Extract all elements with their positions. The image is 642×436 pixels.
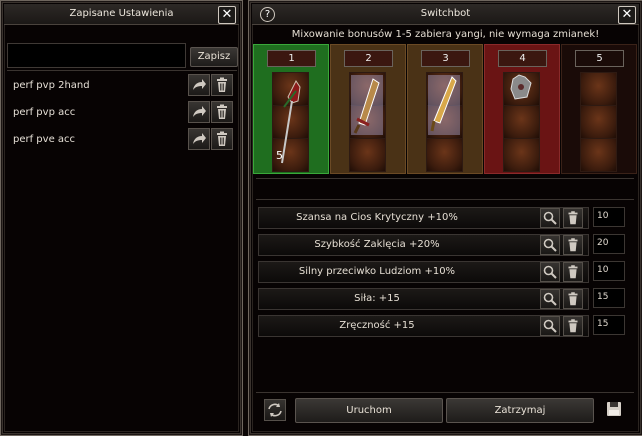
load-setting-button[interactable] [188,74,210,96]
slot-cell[interactable] [580,138,617,172]
saved-setting-label: perf pve acc [13,134,76,145]
slot-cell[interactable] [503,138,540,172]
stop-button[interactable]: Zatrzymaj [446,398,594,423]
bonus-label: Siła: +15 [354,293,400,304]
load-setting-button[interactable] [188,128,210,150]
item-slot-1[interactable]: 1 5 [253,44,329,174]
trash-icon [568,292,578,306]
bonus-row[interactable]: Zręczność +15 [258,315,589,337]
armor-item-icon [510,74,532,100]
divider [256,178,634,179]
slot-cell[interactable] [503,105,540,139]
trash-icon [568,238,578,252]
bonus-label: Szybkość Zaklęcia +20% [314,239,440,250]
bonus-row[interactable]: Siła: +15 [258,288,589,310]
save-setting-button[interactable]: Zapisz [190,47,238,67]
load-setting-button[interactable] [188,101,210,123]
divider [7,70,237,71]
divider [256,392,634,393]
slot-cell[interactable] [580,72,617,106]
search-icon [543,238,557,252]
bonus-label: Szansa na Cios Krytyczny +10% [296,212,458,223]
trash-icon [568,265,578,279]
bonus-row[interactable]: Szybkość Zaklęcia +20% [258,234,589,256]
item-slot-2[interactable]: 2 [330,44,406,174]
trash-icon [217,131,227,146]
floppy-disk-icon [607,402,621,416]
search-bonus-button[interactable] [540,235,560,255]
search-bonus-button[interactable] [540,208,560,228]
item-count: 5 [276,149,283,162]
search-bonus-button[interactable] [540,316,560,336]
delete-bonus-button[interactable] [563,208,583,228]
search-bonus-button[interactable] [540,262,560,282]
bonus-value-input[interactable]: 20 [593,234,625,254]
close-icon[interactable]: ✕ [218,6,236,24]
bonus-label: Silny przeciwko Ludziom +10% [298,266,456,277]
item-slot-4[interactable]: 4 [484,44,560,174]
saved-settings-title: Zapisane Ustawienia [69,8,174,19]
search-icon [543,211,557,225]
delete-setting-button[interactable] [211,74,233,96]
bonus-value-input[interactable]: 15 [593,288,625,308]
switchbot-titlebar[interactable]: ? Switchbot ✕ [252,4,639,25]
bonus-value-input[interactable]: 15 [593,315,625,335]
slot-number: 5 [575,50,624,67]
delete-bonus-button[interactable] [563,289,583,309]
share-arrow-icon [193,79,206,90]
blade-weapon-icon [428,75,460,135]
switchbot-title: Switchbot [420,8,471,19]
trash-icon [568,319,578,333]
divider [256,199,634,200]
trash-icon [217,77,227,92]
search-icon [543,265,557,279]
bonus-value-input[interactable]: 10 [593,261,625,281]
saved-setting-label: perf pvp acc [13,107,76,118]
slot-cell[interactable] [426,138,463,172]
saved-setting-row[interactable]: perf pvp acc [8,101,238,125]
delete-setting-button[interactable] [211,128,233,150]
saved-settings-titlebar[interactable]: Zapisane Ustawienia ✕ [4,4,239,25]
delete-bonus-button[interactable] [563,262,583,282]
info-text: Mixowanie bonusów 1-5 zabiera yangi, nie… [291,29,600,40]
slot-cell[interactable] [580,105,617,139]
slot-number: 1 [267,50,316,67]
delete-setting-button[interactable] [211,101,233,123]
saved-setting-row[interactable]: perf pvp 2hand [8,74,238,98]
delete-bonus-button[interactable] [563,235,583,255]
slot-number: 2 [344,50,393,67]
sword-weapon-icon [351,75,383,135]
trash-icon [217,104,227,119]
share-arrow-icon [193,106,206,117]
item-slot-3[interactable]: 3 [407,44,483,174]
slot-number: 4 [498,50,547,67]
search-bonus-button[interactable] [540,289,560,309]
trash-icon [568,211,578,225]
saved-settings-window: Zapisane Ustawienia ✕ Zapisz perf pvp 2h… [0,0,243,436]
search-icon [543,319,557,333]
refresh-button[interactable] [264,399,286,421]
delete-bonus-button[interactable] [563,316,583,336]
close-icon[interactable]: ✕ [618,6,636,24]
share-arrow-icon [193,133,206,144]
slot-cell[interactable] [349,138,386,172]
item-slot-5[interactable]: 5 [561,44,637,174]
setting-name-input[interactable] [7,43,186,68]
bonus-value-input[interactable]: 10 [593,207,625,227]
search-icon [543,292,557,306]
saved-setting-row[interactable]: perf pve acc [8,128,238,152]
slot-number: 3 [421,50,470,67]
bonus-row[interactable]: Silny przeciwko Ludziom +10% [258,261,589,283]
save-button[interactable] [604,399,624,419]
start-button[interactable]: Uruchom [295,398,443,423]
saved-setting-label: perf pvp 2hand [13,80,90,91]
bonus-row[interactable]: Szansa na Cios Krytyczny +10% [258,207,589,229]
refresh-icon [268,403,282,417]
bonus-label: Zręczność +15 [339,320,415,331]
